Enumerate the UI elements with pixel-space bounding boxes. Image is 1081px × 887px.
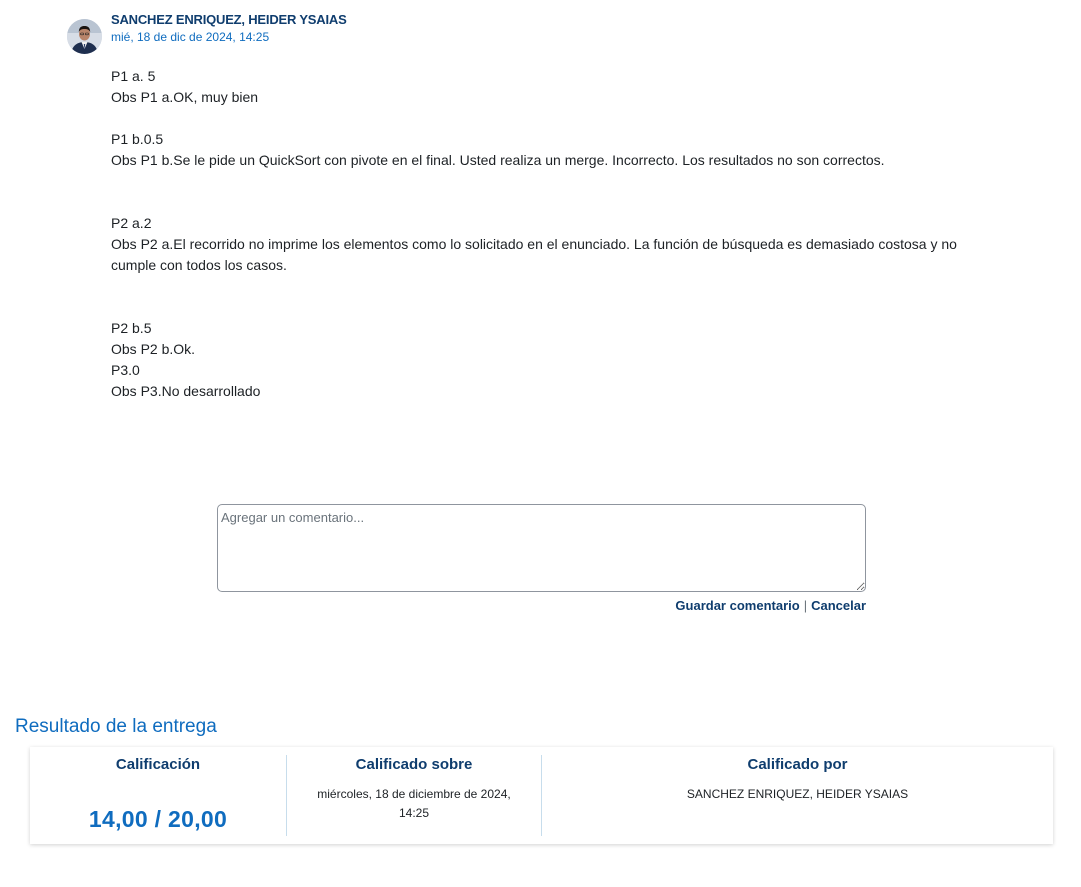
- comment-blank-line: [111, 108, 971, 129]
- comment-line: P2 b.5: [111, 320, 152, 336]
- comment-line: P1 b.0.5: [111, 131, 164, 147]
- comment-line: Obs P1 b.Se le pide un QuickSort con piv…: [111, 152, 885, 168]
- comment-blank-line: [111, 276, 971, 297]
- author-avatar[interactable]: [67, 19, 102, 54]
- save-comment-link[interactable]: Guardar comentario: [675, 598, 799, 613]
- cancel-comment-link[interactable]: Cancelar: [811, 598, 866, 613]
- page: SANCHEZ ENRIQUEZ, HEIDER YSAIAS mié, 18 …: [0, 0, 1081, 887]
- comment-line: P3.0: [111, 362, 140, 378]
- comment-actions: Guardar comentario | Cancelar: [675, 598, 866, 613]
- grade-value: 14,00 / 20,00: [88, 806, 228, 832]
- comment-author[interactable]: SANCHEZ ENRIQUEZ, HEIDER YSAIAS: [111, 12, 347, 27]
- comment-line: Obs P2 b.Ok.: [111, 341, 196, 357]
- result-section-title: Resultado de la entrega: [15, 716, 217, 737]
- grade-column: Calificación 14,00 / 20,00: [30, 747, 286, 844]
- comment-line: Obs P1 a.OK, muy bien: [111, 89, 259, 105]
- graded-on-value: miércoles, 18 de diciembre de 2024, 14:2…: [317, 787, 511, 820]
- graded-by-header: Calificado por: [747, 756, 848, 773]
- actions-separator: |: [803, 598, 808, 613]
- graded-by-column: Calificado por SANCHEZ ENRIQUEZ, HEIDER …: [541, 755, 1053, 836]
- comment-line: P2 a.2: [111, 215, 152, 231]
- comment-line: P1 a. 5: [111, 68, 156, 84]
- comment-line: Obs P3.No desarrollado: [111, 383, 261, 399]
- grade-header: Calificación: [115, 756, 201, 773]
- graded-by-value: SANCHEZ ENRIQUEZ, HEIDER YSAIAS: [686, 787, 909, 801]
- comment-blank-line: [111, 192, 971, 213]
- result-card: Calificación 14,00 / 20,00 Calificado so…: [30, 747, 1053, 844]
- comment-line: Obs P2 a.El recorrido no imprime los ele…: [111, 236, 957, 273]
- graded-on-header: Calificado sobre: [355, 756, 473, 773]
- comment-date: mié, 18 de dic de 2024, 14:25: [111, 30, 270, 44]
- avatar-image: [67, 19, 102, 54]
- comment-blank-line: [111, 171, 971, 192]
- add-comment-textarea[interactable]: [217, 504, 866, 592]
- comment-body: P1 a. 5 Obs P1 a.OK, muy bien P1 b.0.5 O…: [111, 66, 971, 402]
- graded-on-column: Calificado sobre miércoles, 18 de diciem…: [286, 755, 541, 836]
- comment-blank-line: [111, 297, 971, 318]
